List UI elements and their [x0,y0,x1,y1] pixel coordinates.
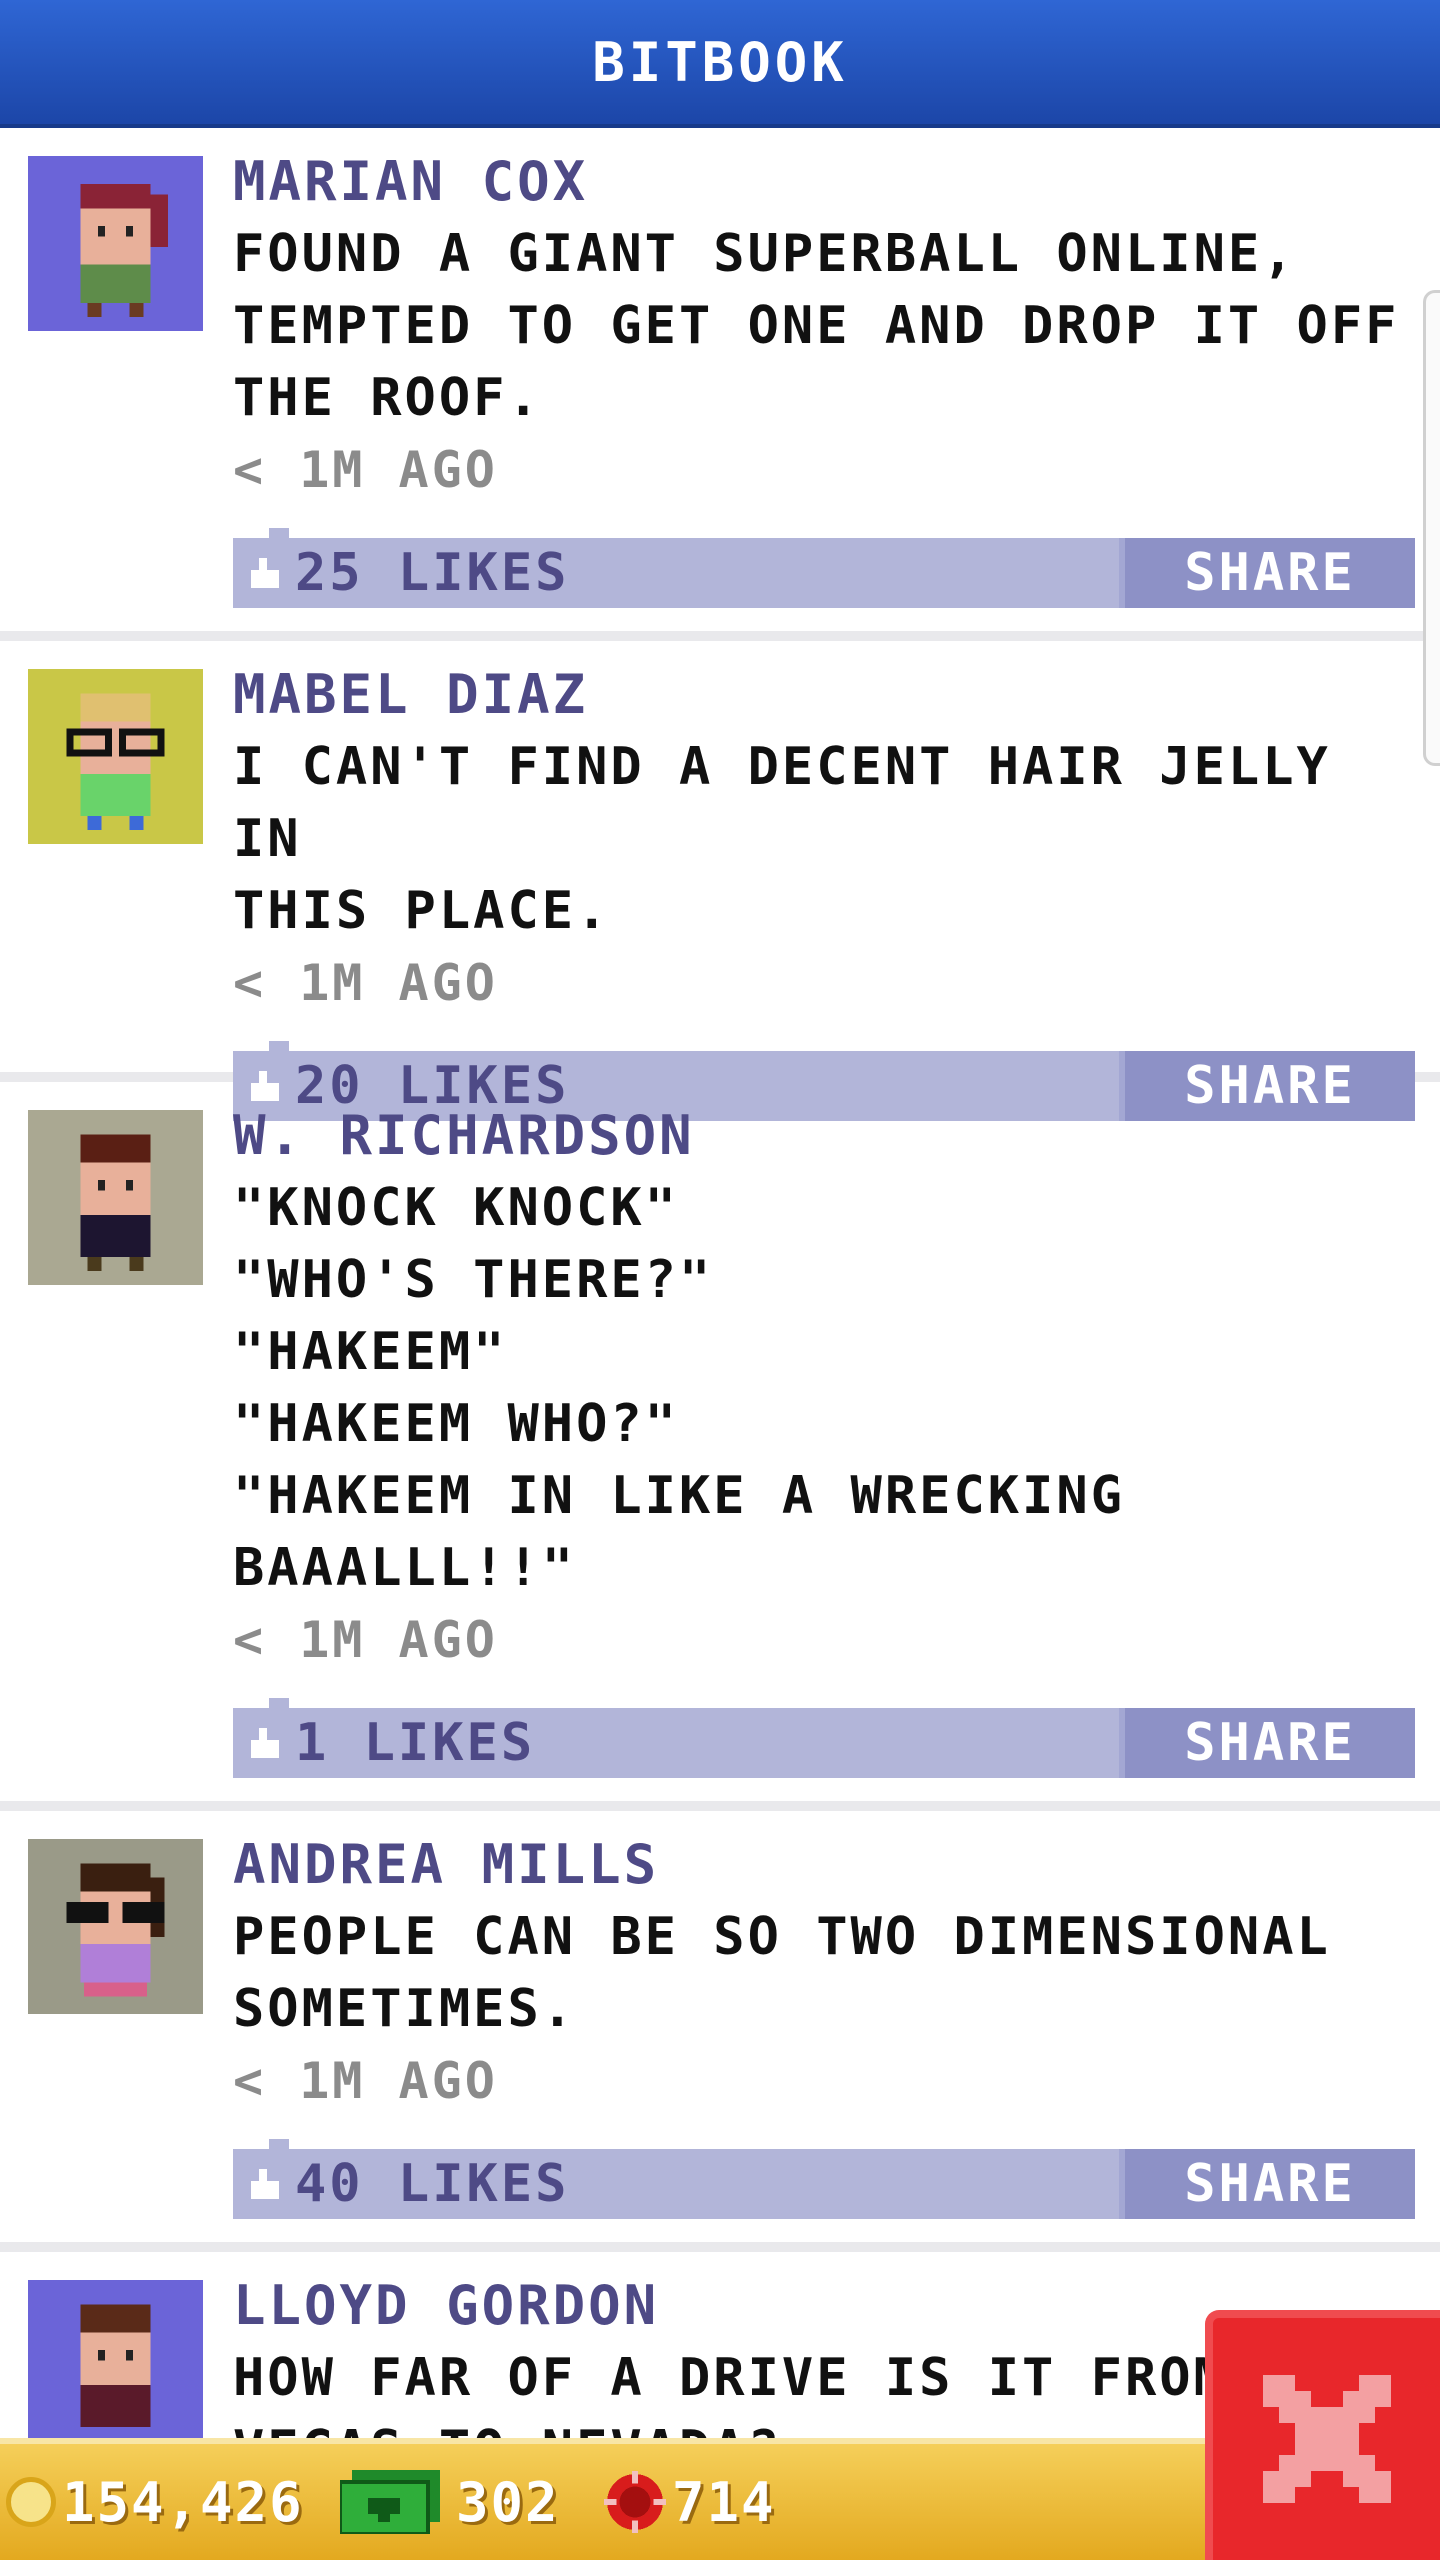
avatar[interactable] [28,1839,203,2014]
like-bar[interactable]: 40 LIKES SHARE [233,2139,1415,2219]
cash-counter: 302 [340,2444,560,2560]
like-icon [251,1728,279,1758]
post-text-line: "HAKEEM IN LIKE A WRECKING [233,1466,1125,1526]
post-timestamp: < 1M AGO [233,954,498,1012]
share-button[interactable]: SHARE [1119,1708,1415,1778]
like-bar-tab [269,528,289,540]
post-text-line: FOUND A GIANT SUPERBALL ONLINE, [233,224,1297,284]
feed-post: MABEL DIAZ I CAN'T FIND A DECENT HAIR JE… [0,641,1440,1121]
post-timestamp: < 1M AGO [233,441,498,499]
feed-post: ANDREA MILLS PEOPLE CAN BE SO TWO DIMENS… [0,1811,1440,2252]
like-count[interactable]: 40 LIKES [295,2154,569,2214]
post-author[interactable]: W. RICHARDSON [233,1100,1410,1172]
post-author[interactable]: MABEL DIAZ [233,659,1410,731]
post-text-line: SOMETIMES. [233,1979,577,2039]
post-author[interactable]: MARIAN COX [233,146,1410,218]
scrollbar[interactable] [1423,290,1440,766]
post-text-line: I CAN'T FIND A DECENT HAIR JELLY IN [233,737,1331,869]
post-text-line: "HAKEEM" [233,1322,508,1382]
post-text-line: "HAKEEM WHO?" [233,1394,679,1454]
app-title: BITBOOK [592,30,848,94]
chip-counter: 714 [604,2444,776,2560]
post-timestamp: < 1M AGO [233,2052,498,2110]
coin-icon [6,2477,56,2527]
coin-counter: 154,426 [6,2444,304,2560]
like-bar[interactable]: 1 LIKES SHARE [233,1698,1415,1778]
post-text-line: THIS PLACE. [233,881,611,941]
post-text-line: BAAALLL!!" [233,1538,577,1598]
post-text-line: TEMPTED TO GET ONE AND DROP IT OFF [233,296,1400,356]
post-text-line: "KNOCK KNOCK" [233,1178,679,1238]
like-icon [251,558,279,588]
chip-count: 714 [672,2470,776,2534]
like-count[interactable]: 25 LIKES [295,543,569,603]
post-text-line: PEOPLE CAN BE SO TWO DIMENSIONAL [233,1907,1331,1967]
avatar[interactable] [28,669,203,844]
coin-count: 154,426 [62,2470,304,2534]
share-button[interactable]: SHARE [1119,538,1415,608]
feed-post: MARIAN COX FOUND A GIANT SUPERBALL ONLIN… [0,128,1440,641]
post-text-line: "WHO'S THERE?" [233,1250,714,1310]
like-bar-tab [269,2139,289,2151]
like-icon [251,2169,279,2199]
close-icon [1262,2375,1391,2503]
post-text-line: THE ROOF. [233,368,542,428]
post-author[interactable]: ANDREA MILLS [233,1829,1410,1901]
avatar[interactable] [28,156,203,331]
share-button[interactable]: SHARE [1119,2149,1415,2219]
like-bar[interactable]: 25 LIKES SHARE [233,528,1415,608]
post-timestamp: < 1M AGO [233,1611,498,1669]
news-feed[interactable]: MARIAN COX FOUND A GIANT SUPERBALL ONLIN… [0,128,1440,2438]
cash-icon [340,2470,440,2534]
app-header: BITBOOK [0,0,1440,128]
like-bar-tab [269,1041,289,1053]
avatar[interactable] [28,1110,203,1285]
avatar[interactable] [28,2280,203,2438]
cash-count: 302 [456,2470,560,2534]
chip-icon [604,2471,666,2533]
feed-post: W. RICHARDSON "KNOCK KNOCK" "WHO'S THERE… [0,1082,1440,1811]
like-count[interactable]: 1 LIKES [295,1713,535,1773]
close-button[interactable] [1205,2310,1440,2560]
like-bar-tab [269,1698,289,1710]
